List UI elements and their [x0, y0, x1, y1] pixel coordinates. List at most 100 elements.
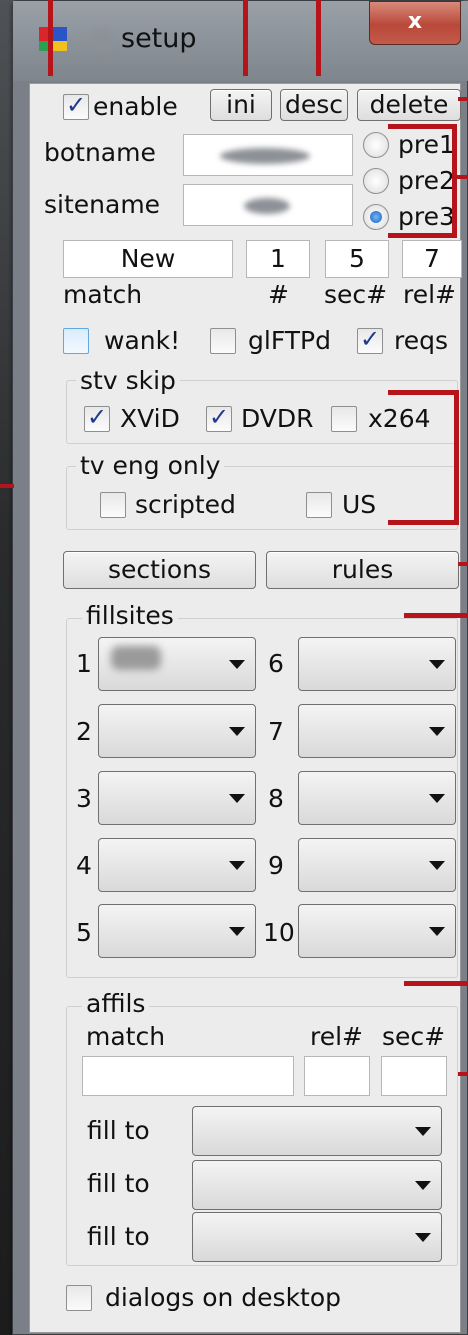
wank-label: wank! [104, 326, 181, 355]
dvdr-label: DVDR [241, 404, 314, 433]
fillsite-10-dropdown[interactable] [298, 904, 456, 958]
window-title: setup [121, 23, 197, 54]
fillsite-1-dropdown[interactable] [98, 637, 256, 691]
affils-sec-caption: sec# [382, 1022, 446, 1051]
pre3-radio[interactable] [363, 204, 389, 230]
fillsite-number: 8 [268, 784, 284, 813]
botname-value-blur [220, 148, 310, 164]
desc-button[interactable]: desc [280, 89, 348, 121]
dvdr-checkbox[interactable] [206, 403, 232, 432]
fillsite-number: 5 [76, 918, 92, 947]
affils-rel-field[interactable] [304, 1056, 370, 1096]
scripted-checkbox[interactable] [100, 492, 126, 518]
sitename-value-blur [244, 198, 290, 214]
enable-checkbox[interactable] [63, 91, 89, 120]
annotation-marker [0, 484, 14, 488]
ini-button[interactable]: ini [210, 89, 272, 121]
tv-eng-only-title: tv eng only [76, 452, 225, 480]
annotation-marker [458, 97, 468, 101]
close-button[interactable]: x [369, 1, 461, 45]
fillsite-3-dropdown[interactable] [98, 771, 256, 825]
sec-number-field[interactable]: 5 [325, 240, 389, 278]
fill-to-label: fill to [87, 1222, 150, 1251]
blurred-icon [89, 29, 113, 51]
glftpd-label: glFTPd [248, 326, 331, 355]
annotation-marker [243, 0, 248, 76]
app-icon [39, 27, 67, 51]
fillsite-number: 9 [268, 851, 284, 880]
rules-button[interactable]: rules [266, 551, 459, 589]
fillsite-9-dropdown[interactable] [298, 838, 456, 892]
title-bar[interactable]: setup x [13, 1, 468, 81]
fillsite-6-dropdown[interactable] [298, 637, 456, 691]
chevron-down-icon [429, 927, 445, 936]
us-checkbox[interactable] [306, 492, 332, 518]
x264-label: x264 [368, 404, 431, 433]
pre1-radio[interactable] [363, 132, 389, 158]
chevron-down-icon [229, 927, 245, 936]
fillsites-title: fillsites [82, 602, 178, 630]
annotation-marker [316, 0, 321, 76]
fillsite-number: 2 [76, 717, 92, 746]
stv-skip-title: stv skip [76, 367, 180, 395]
fillsite-number: 4 [76, 851, 92, 880]
fillsite-1-value-blur [111, 646, 161, 670]
client-area: enable ini desc delete botname sitename … [29, 83, 462, 1333]
dialogs-on-desktop-label: dialogs on desktop [105, 1283, 342, 1312]
delete-button[interactable]: delete [357, 89, 461, 121]
match-caption: match [63, 280, 143, 309]
fillsite-7-dropdown[interactable] [298, 704, 456, 758]
sec-number-caption: sec# [324, 280, 388, 309]
number-caption: # [268, 280, 289, 309]
xvid-checkbox[interactable] [84, 403, 110, 432]
affils-match-field[interactable] [82, 1056, 294, 1096]
chevron-down-icon [429, 660, 445, 669]
annotation-marker [458, 1072, 468, 1076]
chevron-down-icon [429, 861, 445, 870]
match-field[interactable]: New [63, 240, 233, 278]
glftpd-checkbox[interactable] [210, 328, 236, 354]
number-field[interactable]: 1 [246, 240, 310, 278]
chevron-down-icon [415, 1181, 431, 1190]
pre2-radio[interactable] [363, 168, 389, 194]
fillsite-number: 1 [76, 649, 92, 678]
annotation-marker [388, 233, 454, 238]
x264-checkbox[interactable] [331, 406, 357, 432]
pre1-label: pre1 [398, 130, 455, 159]
chevron-down-icon [429, 794, 445, 803]
affils-sec-field[interactable] [381, 1056, 447, 1096]
scripted-label: scripted [135, 490, 236, 519]
xvid-label: XViD [120, 404, 180, 433]
chevron-down-icon [415, 1127, 431, 1136]
fill-to-dropdown-1[interactable] [192, 1106, 442, 1156]
setup-window: setup x enable ini desc delete botname s… [12, 0, 468, 1335]
sections-button[interactable]: sections [63, 551, 256, 589]
rel-number-caption: rel# [403, 280, 457, 309]
fillsite-2-dropdown[interactable] [98, 704, 256, 758]
botname-label: botname [44, 138, 156, 167]
sitename-label: sitename [44, 190, 161, 219]
fill-to-label: fill to [87, 1169, 150, 1198]
rel-number-field[interactable]: 7 [402, 240, 462, 278]
reqs-checkbox[interactable] [357, 325, 383, 354]
dialogs-on-desktop-checkbox[interactable] [66, 1285, 92, 1311]
fillsite-8-dropdown[interactable] [298, 771, 456, 825]
annotation-marker [388, 390, 458, 395]
chevron-down-icon [429, 727, 445, 736]
fillsite-4-dropdown[interactable] [98, 838, 256, 892]
chevron-down-icon [229, 794, 245, 803]
wank-checkbox[interactable] [63, 328, 89, 354]
annotation-marker [458, 562, 468, 566]
enable-label: enable [93, 92, 178, 121]
annotation-marker [404, 613, 468, 618]
chevron-down-icon [229, 727, 245, 736]
fillsite-number: 6 [268, 649, 284, 678]
fillsite-5-dropdown[interactable] [98, 904, 256, 958]
chevron-down-icon [229, 861, 245, 870]
pre2-label: pre2 [398, 166, 455, 195]
chevron-down-icon [415, 1233, 431, 1242]
fill-to-dropdown-2[interactable] [192, 1160, 442, 1210]
fill-to-dropdown-3[interactable] [192, 1212, 442, 1262]
fillsite-number: 3 [76, 784, 92, 813]
fillsite-number: 10 [263, 918, 295, 947]
